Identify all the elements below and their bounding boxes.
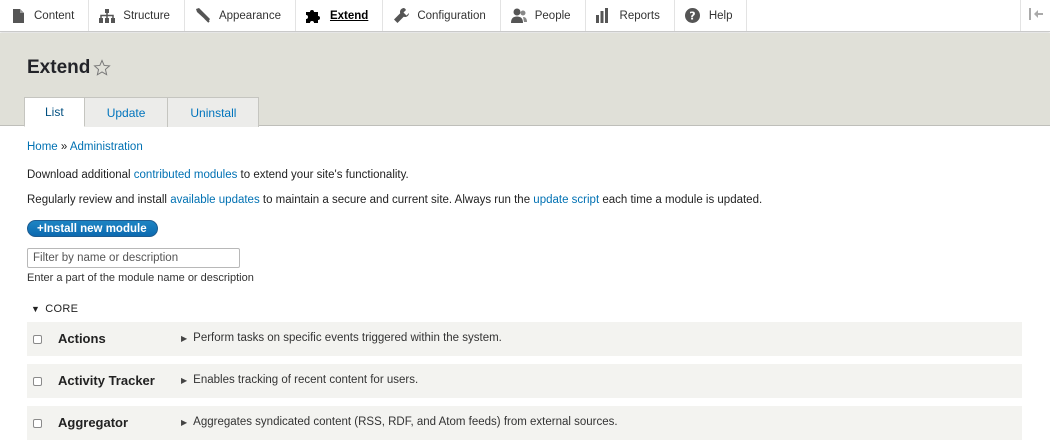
triangle-right-icon: ▶ [181, 418, 188, 427]
help-icon: ? [685, 8, 701, 24]
bar-chart-icon [596, 8, 612, 24]
module-description-toggle[interactable]: ▶ Enables tracking of recent content for … [181, 374, 418, 386]
toolbar-appearance-label: Appearance [218, 9, 281, 22]
toolbar-appearance[interactable]: Appearance [185, 0, 296, 31]
intro-download: Download additional contributed modules … [27, 169, 409, 181]
svg-text:?: ? [690, 10, 696, 23]
intro-text: each time a module is updated. [599, 194, 763, 206]
admin-toolbar: Content Structure Appearance Extend Conf… [0, 0, 1050, 32]
toolbar-help-label: Help [708, 9, 733, 22]
triangle-right-icon: ▶ [181, 334, 188, 343]
intro-text: to extend your site's functionality. [237, 169, 409, 181]
breadcrumb-separator: » [60, 141, 68, 153]
tab-update[interactable]: Update [83, 97, 169, 127]
module-description: Aggregates syndicated content (RSS, RDF,… [193, 416, 618, 428]
page-title: Extend [27, 57, 91, 78]
toolbar-extend[interactable]: Extend [296, 0, 384, 31]
module-name: Actions [58, 331, 106, 346]
filter-description: Enter a part of the module name or descr… [27, 272, 254, 284]
toolbar-structure-label: Structure [123, 9, 170, 22]
toolbar-people[interactable]: People [501, 0, 586, 31]
people-icon [510, 8, 527, 24]
tab-uninstall[interactable]: Uninstall [167, 97, 260, 127]
module-description: Enables tracking of recent content for u… [193, 374, 419, 386]
puzzle-icon [305, 8, 322, 24]
toolbar-structure[interactable]: Structure [89, 0, 185, 31]
collapse-left-icon [1028, 7, 1043, 25]
brush-icon [195, 8, 211, 24]
module-list: Actions ▶ Perform tasks on specific event… [27, 322, 1022, 448]
toolbar-help[interactable]: ? Help [675, 0, 748, 31]
module-description: Perform tasks on specific events trigger… [193, 332, 502, 344]
structure-icon [99, 8, 116, 24]
toolbar-reports-label: Reports [619, 9, 660, 22]
intro-text: Download additional [27, 169, 134, 181]
tab-list[interactable]: List [24, 97, 85, 127]
toolbar-configuration[interactable]: Configuration [383, 0, 501, 31]
toolbar-content[interactable]: Content [0, 0, 90, 31]
module-name: Activity Tracker [58, 373, 155, 388]
module-filter-input[interactable] [27, 248, 240, 268]
primary-tabs: List Update Uninstall [24, 97, 260, 127]
page-icon [10, 8, 26, 24]
module-checkbox[interactable] [33, 335, 42, 344]
wrench-icon [393, 8, 409, 24]
toolbar-configuration-label: Configuration [417, 9, 486, 22]
available-updates-link[interactable]: available updates [170, 194, 260, 206]
intro-text: to maintain a secure and current site. A… [259, 194, 534, 206]
core-group-label: CORE [45, 303, 79, 315]
triangle-down-icon: ▼ [31, 304, 41, 314]
intro-updates: Regularly review and install available u… [27, 194, 762, 206]
toolbar-extend-label: Extend [329, 9, 369, 22]
module-row: Activity Tracker ▶ Enables tracking of re… [27, 364, 1022, 398]
breadcrumb-home[interactable]: Home [27, 141, 58, 153]
star-icon[interactable] [93, 59, 111, 77]
module-description-toggle[interactable]: ▶ Perform tasks on specific events trigge… [181, 332, 502, 344]
triangle-right-icon: ▶ [181, 376, 188, 385]
breadcrumb: Home » Administration [27, 141, 143, 153]
module-checkbox[interactable] [33, 419, 42, 428]
module-checkbox[interactable] [33, 377, 42, 386]
intro-text: Regularly review and install [27, 194, 171, 206]
core-group-toggle[interactable]: ▼ CORE [31, 303, 78, 315]
toolbar-content-label: Content [34, 9, 75, 22]
module-row: Actions ▶ Perform tasks on specific event… [27, 322, 1022, 356]
update-script-link[interactable]: update script [533, 194, 599, 206]
breadcrumb-administration[interactable]: Administration [70, 141, 143, 153]
contributed-modules-link[interactable]: contributed modules [134, 169, 238, 181]
page-header: Extend List Update Uninstall [0, 33, 1050, 127]
install-new-module-button[interactable]: +Install new module [27, 220, 158, 237]
toolbar-reports[interactable]: Reports [586, 0, 675, 31]
module-description-toggle[interactable]: ▶ Aggregates syndicated content (RSS, RDF… [181, 416, 618, 428]
toolbar-orientation-toggle[interactable] [1020, 0, 1050, 31]
module-row: Aggregator ▶ Aggregates syndicated conten… [27, 406, 1022, 440]
module-name: Aggregator [58, 415, 129, 430]
toolbar-people-label: People [534, 9, 571, 22]
